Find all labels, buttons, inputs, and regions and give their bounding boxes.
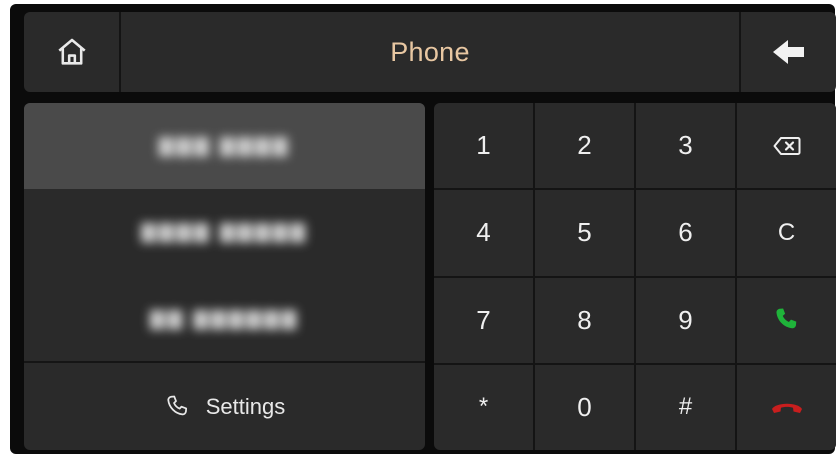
page-title: Phone: [390, 36, 470, 67]
contact-name: ▇▇▇ ▇▇▇▇: [158, 135, 291, 157]
key-9[interactable]: 9: [636, 277, 735, 363]
key-4[interactable]: 4: [434, 190, 533, 276]
call-button[interactable]: [737, 277, 836, 363]
key-label: 9: [678, 304, 693, 335]
key-label: *: [478, 393, 489, 421]
header-bar: Phone: [24, 12, 836, 92]
hang-up-button[interactable]: [737, 364, 836, 450]
call-icon: [775, 308, 796, 329]
key-label: 4: [476, 217, 491, 248]
key-label: C: [777, 218, 796, 246]
key-1[interactable]: 1: [434, 103, 533, 189]
settings-button[interactable]: Settings: [24, 363, 425, 450]
settings-label: Settings: [205, 393, 286, 419]
contact-name: ▇▇ ▇▇▇▇▇▇: [149, 309, 300, 330]
key-6[interactable]: 6: [636, 190, 735, 276]
key-label: 8: [577, 304, 592, 335]
contact-item-2[interactable]: ▇▇▇▇ ▇▇▇▇▇: [24, 189, 425, 276]
backspace-icon: [773, 136, 800, 155]
key-label: 0: [577, 391, 592, 422]
key-label: 3: [678, 130, 693, 161]
clear-button[interactable]: C: [737, 190, 836, 276]
contact-item-1[interactable]: ▇▇▇ ▇▇▇▇: [24, 103, 425, 189]
hang-up-icon: [771, 404, 802, 414]
contact-name: ▇▇▇▇ ▇▇▇▇▇: [141, 222, 308, 243]
dial-keypad: 1 2 3 4 5 6 C 7 8 9 * 0 #: [434, 103, 836, 450]
key-star[interactable]: *: [434, 364, 533, 450]
key-label: 5: [577, 217, 592, 248]
back-button[interactable]: [739, 12, 836, 92]
key-label: 1: [476, 130, 491, 161]
key-0[interactable]: 0: [535, 364, 634, 450]
home-button[interactable]: [24, 12, 121, 92]
home-icon: [57, 38, 86, 65]
key-label: 6: [678, 217, 693, 248]
key-label: #: [678, 393, 693, 421]
arrow-left-icon: [772, 40, 804, 64]
contact-item-3[interactable]: ▇▇ ▇▇▇▇▇▇: [24, 276, 425, 363]
key-3[interactable]: 3: [636, 103, 735, 189]
key-hash[interactable]: #: [636, 364, 735, 450]
key-2[interactable]: 2: [535, 103, 634, 189]
key-5[interactable]: 5: [535, 190, 634, 276]
screen: Phone ▇▇▇ ▇▇▇▇ ▇▇▇▇ ▇▇▇▇▇ ▇▇ ▇▇▇▇▇▇ Sett…: [0, 0, 839, 456]
key-7[interactable]: 7: [434, 277, 533, 363]
key-8[interactable]: 8: [535, 277, 634, 363]
key-label: 2: [577, 130, 592, 161]
contacts-panel: ▇▇▇ ▇▇▇▇ ▇▇▇▇ ▇▇▇▇▇ ▇▇ ▇▇▇▇▇▇ Settings: [24, 103, 425, 450]
backspace-button[interactable]: [737, 103, 836, 189]
key-label: 7: [476, 304, 491, 335]
phone-handset-icon: [167, 395, 187, 415]
